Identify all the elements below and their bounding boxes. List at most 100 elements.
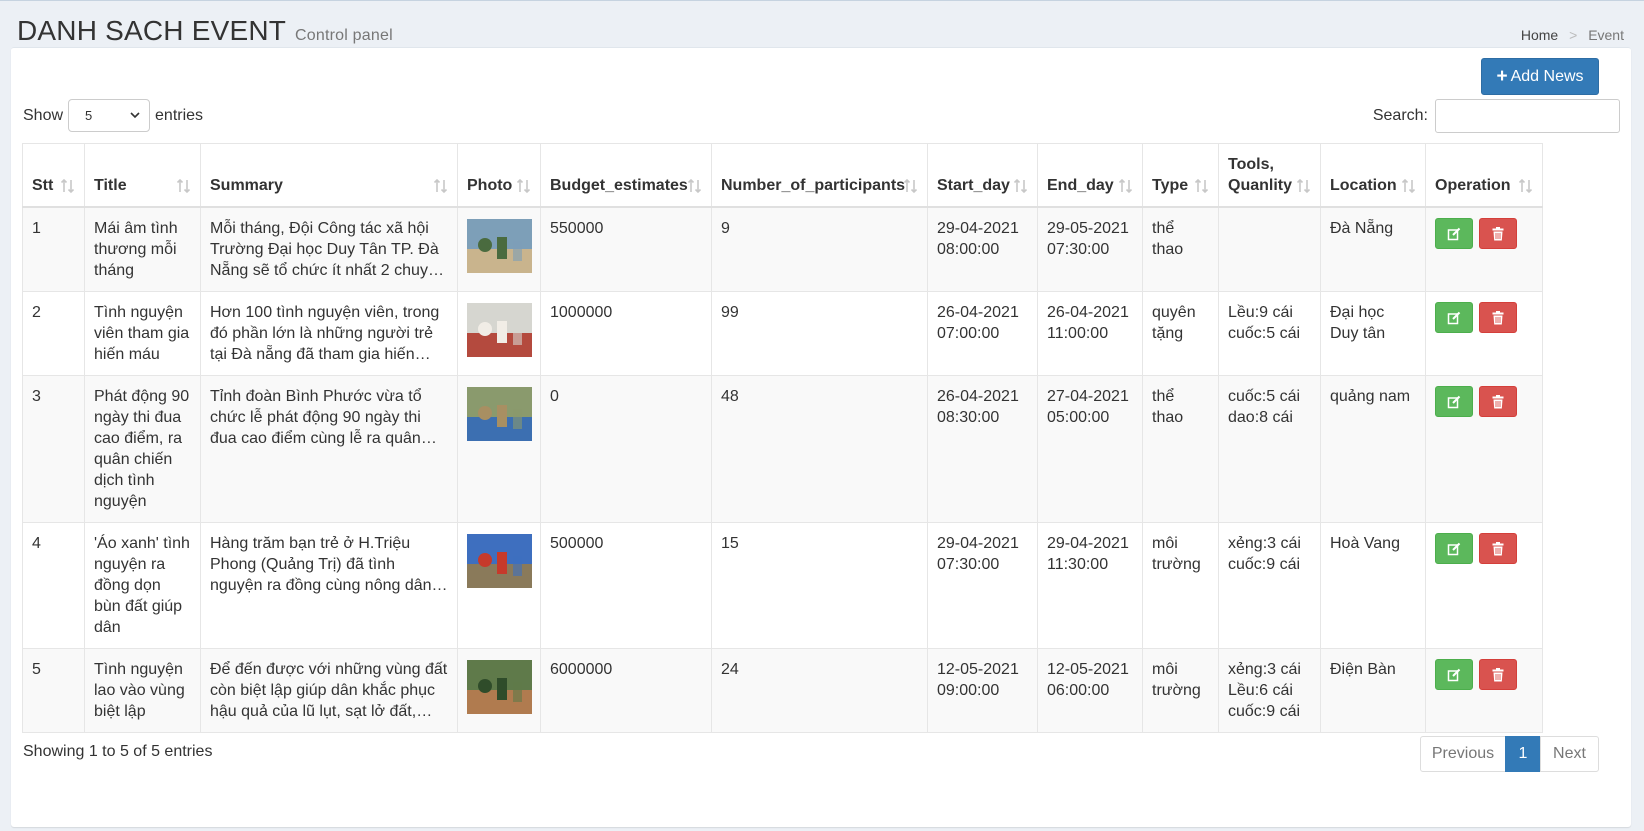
entries-label: entries [155,106,204,124]
column-header[interactable]: Photo [457,143,541,208]
cell-participants: 48 [711,375,928,523]
search-label: Search: [1372,107,1428,124]
start-time: 08:30:00 [937,409,1000,426]
column-header[interactable]: Stt [22,143,85,208]
end-date: 26-04-2021 [1047,304,1129,321]
breadcrumb-current: Event [1588,27,1624,43]
cell-title: Phát động 90 ngày thi đua cao điểm, ra q… [84,375,201,523]
delete-button[interactable] [1479,386,1518,417]
end-time: 05:00:00 [1047,409,1110,426]
breadcrumb-separator: > [1569,27,1578,43]
edit-button[interactable] [1435,386,1473,417]
column-header[interactable]: Operation [1425,143,1543,208]
entries-select[interactable]: 5 [68,99,151,132]
cell-end-day: 29-05-2021 07:30:00 [1037,206,1143,292]
start-time: 07:30:00 [937,556,1000,573]
cell-title: Tình nguyện viên tham gia hiến máu [84,291,201,376]
trash-icon [1492,226,1504,240]
delete-button[interactable] [1479,218,1518,249]
column-header[interactable]: Title [84,143,201,208]
cell-summary: Mỗi tháng, Đội Công tác xã hội Trường Đạ… [200,206,458,292]
column-header[interactable]: Summary [200,143,458,208]
column-header[interactable]: Start_day [927,143,1038,208]
cell-tools: xẻng:3 cái cuốc:9 cái [1218,522,1321,649]
cell-tools: Lều:9 cái cuốc:5 cái [1218,291,1321,376]
page-subtitle: Control panel [295,27,393,44]
search-input[interactable] [1435,99,1620,133]
delete-button[interactable] [1479,659,1518,690]
cell-end-day: 29-04-2021 11:30:00 [1037,522,1143,649]
summary-text: Để đến được với những vùng đất còn biệt … [210,661,448,720]
add-news-button[interactable]: + Add News [1481,58,1599,95]
breadcrumb-home[interactable]: Home [1521,27,1558,43]
event-photo [467,534,532,588]
delete-button[interactable] [1479,533,1518,564]
cell-operation [1425,522,1543,649]
cell-operation [1425,291,1543,376]
event-photo [467,219,532,273]
edit-icon [1447,542,1461,555]
cell-stt: 1 [22,206,85,292]
column-header[interactable]: Type [1142,143,1219,208]
column-header[interactable]: Number_of_participants [711,143,928,208]
sort-icon [903,178,918,194]
cell-operation [1425,206,1543,292]
edit-button[interactable] [1435,302,1473,333]
cell-type: môi trường [1142,648,1219,733]
cell-start-day: 26-04-2021 07:00:00 [927,291,1038,376]
cell-photo [457,522,541,649]
cell-type: quyên tặng [1142,291,1219,376]
column-header-label: Budget_estimates [550,177,688,194]
cell-title: Tình nguyện lao vào vùng biệt lập [84,648,201,733]
edit-button[interactable] [1435,218,1473,249]
trash-icon [1492,541,1504,555]
cell-location: Đà Nẵng [1320,206,1426,292]
column-header-label: Summary [210,177,283,194]
add-news-label: Add News [1510,67,1584,85]
edit-button[interactable] [1435,533,1473,564]
sort-icon [1013,178,1028,194]
previous-page-button[interactable]: Previous [1420,736,1506,772]
column-header[interactable]: End_day [1037,143,1143,208]
end-date: 29-05-2021 [1047,220,1129,237]
start-date: 29-04-2021 [937,535,1019,552]
cell-stt: 3 [22,375,85,523]
sort-icon [1118,178,1133,194]
column-header-label: Type [1152,177,1189,194]
cell-start-day: 12-05-2021 09:00:00 [927,648,1038,733]
table-info: Showing 1 to 5 of 5 entries [23,743,213,760]
sort-icon [60,178,75,194]
events-table: Stt Title Summary Photo Budget_estimates Numb… [22,143,1543,733]
cell-operation [1425,648,1543,733]
tool-item: Lều:6 cái [1228,682,1293,699]
table-row: 4 'Áo xanh' tình nguyện ra đồng dọn bùn … [22,522,1543,649]
entries-select-value: 5 [85,108,93,123]
tool-item: cuốc:5 cái [1228,388,1301,405]
cell-summary: Tỉnh đoàn Bình Phước vừa tổ chức lễ phát… [200,375,458,523]
cell-tools: xẻng:3 cái Lều:6 cái cuốc:9 cái [1218,648,1321,733]
table-row: 2 Tình nguyện viên tham gia hiến máu Hơn… [22,291,1543,376]
event-photo [467,303,532,357]
column-header[interactable]: Location [1320,143,1426,208]
cell-location: Điện Bàn [1320,648,1426,733]
delete-button[interactable] [1479,302,1518,333]
next-page-button[interactable]: Next [1540,736,1599,772]
column-header[interactable]: Budget_estimates [540,143,712,208]
page-1-button[interactable]: 1 [1505,736,1541,772]
column-header-label: End_day [1047,177,1114,194]
sort-icon [687,178,702,194]
summary-text: Hơn 100 tình nguyện viên, trong đó phần … [210,304,440,363]
cell-end-day: 26-04-2021 11:00:00 [1037,291,1143,376]
pagination: Previous 1 Next [1420,736,1599,772]
summary-text: Mỗi tháng, Đội Công tác xã hội Trường Đạ… [210,220,446,279]
breadcrumb: Home > Event [1521,27,1624,43]
cell-budget: 1000000 [540,291,712,376]
table-row: 1 Mái âm tình thương mỗi tháng Mỗi tháng… [22,206,1543,292]
cell-start-day: 26-04-2021 08:30:00 [927,375,1038,523]
start-date: 26-04-2021 [937,388,1019,405]
edit-button[interactable] [1435,659,1473,690]
cell-location: Hoà Vang [1320,522,1426,649]
event-photo [467,387,532,441]
column-header[interactable]: Tools, Quanlity [1218,143,1321,208]
entries-length-control: Show 5 entries [23,99,203,132]
